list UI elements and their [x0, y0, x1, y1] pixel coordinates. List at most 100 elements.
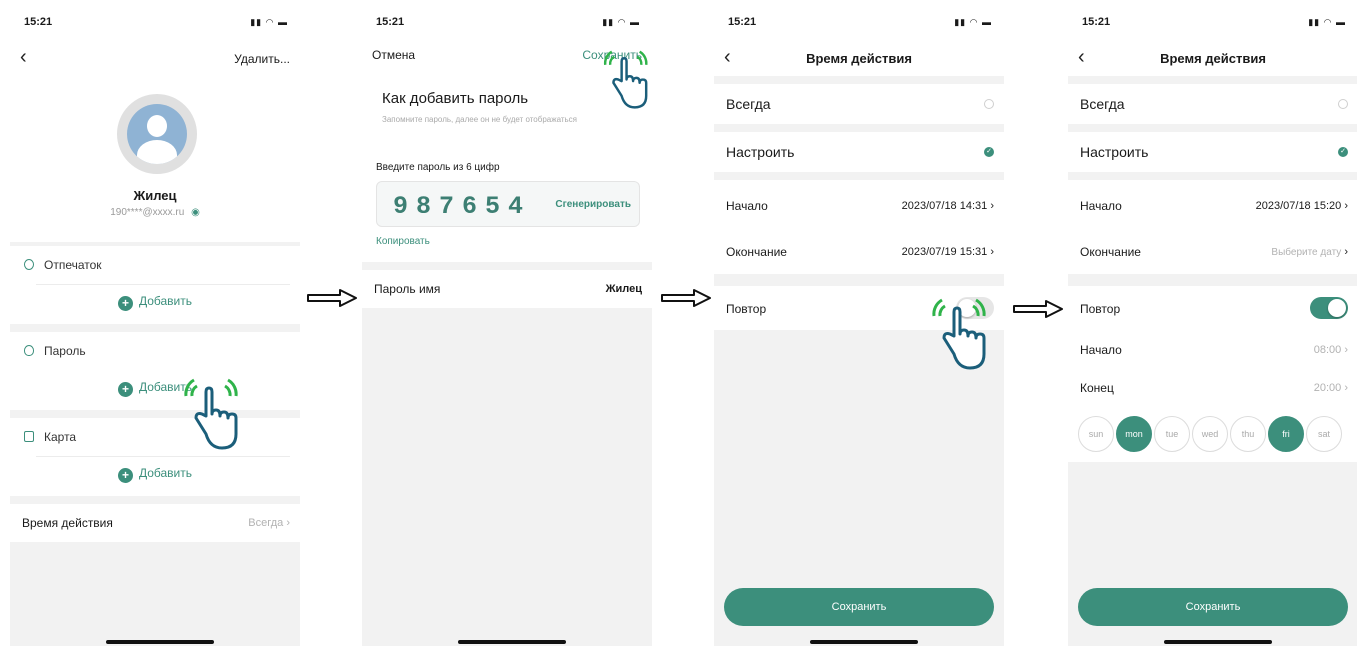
- nav-bar: ‹ Время действия: [714, 36, 1004, 76]
- check-icon: ✓: [984, 147, 994, 157]
- option-always-label: Всегда: [1080, 96, 1125, 112]
- password-section: Пароль + Добавить: [10, 332, 300, 410]
- repeat-label: Повтор: [726, 302, 767, 316]
- save-button[interactable]: Сохранить: [1078, 588, 1348, 626]
- tap-hand-icon: [184, 378, 238, 450]
- day-sun[interactable]: sun: [1078, 416, 1114, 452]
- time-start-row[interactable]: Начало 08:00 ›: [1068, 330, 1357, 368]
- start-label: Начало: [1080, 199, 1122, 213]
- day-tue[interactable]: tue: [1154, 416, 1190, 452]
- screen-user-detail: 15:21 ▮▮ ◠ ▬ ‹ Удалить... Жилец 190****@…: [10, 0, 300, 646]
- divider: [36, 284, 290, 285]
- pin-input[interactable]: 987654 Сгенерировать: [376, 181, 640, 227]
- validity-row[interactable]: Время действия Всегда ›: [10, 504, 300, 542]
- start-row[interactable]: Начало 2023/07/18 14:31 ›: [714, 180, 1004, 226]
- avatar[interactable]: [117, 94, 197, 174]
- status-time: 15:21: [376, 16, 405, 28]
- end-placeholder: Выберите дату: [1271, 247, 1342, 258]
- time-end-label: Конец: [1080, 381, 1114, 395]
- day-thu[interactable]: thu: [1230, 416, 1266, 452]
- add-card-button[interactable]: + Добавить: [10, 466, 300, 483]
- card-section: Карта + Добавить: [10, 418, 300, 496]
- option-always[interactable]: Всегда: [714, 84, 1004, 124]
- end-row[interactable]: Окончание 2023/07/19 15:31 ›: [714, 226, 1004, 272]
- home-indicator: [458, 640, 566, 644]
- card-label-row: Карта: [24, 430, 76, 444]
- start-row[interactable]: Начало 2023/07/18 15:20 ›: [1068, 180, 1357, 226]
- chevron-right-icon: ›: [1344, 200, 1348, 212]
- date-range-card: Начало 2023/07/18 14:31 › Окончание 2023…: [714, 180, 1004, 274]
- fingerprint-label-row: Отпечаток: [24, 258, 102, 272]
- validity-value-row: Всегда ›: [248, 517, 290, 529]
- cancel-button[interactable]: Отмена: [372, 48, 415, 62]
- card-icon: [24, 431, 34, 442]
- repeat-toggle[interactable]: [1310, 297, 1348, 319]
- fingerprint-label: Отпечаток: [44, 258, 102, 272]
- chevron-right-icon: ›: [990, 246, 994, 258]
- pin-value: 987654: [393, 192, 532, 221]
- day-mon[interactable]: mon: [1116, 416, 1152, 452]
- save-button[interactable]: Сохранить: [724, 588, 994, 626]
- status-time: 15:21: [1082, 16, 1111, 28]
- day-wed[interactable]: wed: [1192, 416, 1228, 452]
- radio-empty-icon: [984, 99, 994, 109]
- password-name-row[interactable]: Пароль имя Жилец: [362, 270, 652, 308]
- status-time: 15:21: [24, 16, 53, 28]
- option-custom[interactable]: Настроить ✓: [1068, 132, 1357, 172]
- date-range-card: Начало 2023/07/18 15:20 › Окончание Выбе…: [1068, 180, 1357, 274]
- screen-add-password: 15:21 ▮▮ ◠ ▬ Отмена Сохранить Как добави…: [362, 0, 652, 646]
- option-custom-label: Настроить: [1080, 144, 1149, 160]
- user-name: Жилец: [133, 188, 177, 203]
- password-name-label: Пароль имя: [374, 282, 441, 296]
- password-label-row: Пароль: [24, 344, 86, 358]
- start-value-row: 2023/07/18 15:20 ›: [1256, 200, 1348, 212]
- option-custom[interactable]: Настроить ✓: [714, 132, 1004, 172]
- repeat-row: Повтор: [1068, 286, 1357, 330]
- radio-empty-icon: [1338, 99, 1348, 109]
- chevron-right-icon: ›: [990, 200, 994, 212]
- nav-bar: ‹ Время действия: [1068, 36, 1357, 76]
- tap-hand-icon: [603, 50, 648, 109]
- status-bar: 15:21 ▮▮ ◠ ▬: [714, 0, 1004, 36]
- arrow-right-icon: [1013, 300, 1063, 318]
- pin-label: Введите пароль из 6 цифр: [376, 162, 500, 173]
- time-start-label: Начало: [1080, 343, 1122, 357]
- delete-button[interactable]: Удалить...: [234, 52, 290, 66]
- copy-button[interactable]: Копировать: [376, 236, 430, 247]
- status-icons: ▮▮ ◠ ▬: [250, 17, 288, 27]
- day-sat[interactable]: sat: [1306, 416, 1342, 452]
- status-bar: 15:21 ▮▮ ◠ ▬: [1068, 0, 1357, 36]
- status-icons: ▮▮ ◠ ▬: [954, 17, 992, 27]
- home-indicator: [106, 640, 214, 644]
- divider: [36, 456, 290, 457]
- time-start-value: 08:00: [1313, 344, 1342, 356]
- end-row[interactable]: Окончание Выберите дату ›: [1068, 226, 1357, 272]
- repeat-label: Повтор: [1080, 302, 1121, 316]
- time-start-value-row: 08:00 ›: [1314, 344, 1348, 356]
- nav-bar: ‹ Удалить...: [10, 36, 300, 78]
- end-value: 2023/07/19 15:31: [901, 246, 988, 258]
- toggle-knob: [1328, 299, 1346, 317]
- option-always-label: Всегда: [726, 96, 771, 112]
- verified-icon: ◉: [191, 207, 200, 218]
- day-fri[interactable]: fri: [1268, 416, 1304, 452]
- time-end-row[interactable]: Конец 20:00 ›: [1068, 368, 1357, 406]
- add-fingerprint-button[interactable]: + Добавить: [10, 294, 300, 311]
- generate-button[interactable]: Сгенерировать: [555, 199, 631, 210]
- end-label: Окончание: [1080, 245, 1141, 259]
- add-password-button[interactable]: + Добавить: [10, 380, 300, 397]
- time-end-value: 20:00: [1313, 382, 1342, 394]
- option-always[interactable]: Всегда: [1068, 84, 1357, 124]
- chevron-right-icon: ›: [1344, 344, 1348, 356]
- user-email-row: 190****@xxxx.ru ◉: [10, 207, 300, 218]
- start-value: 2023/07/18 15:20: [1255, 200, 1342, 212]
- start-value: 2023/07/18 14:31: [901, 200, 988, 212]
- status-time: 15:21: [728, 16, 757, 28]
- chevron-right-icon: ›: [286, 517, 290, 529]
- back-icon[interactable]: ‹: [20, 46, 27, 69]
- option-custom-label: Настроить: [726, 144, 795, 160]
- weekday-selector: sun mon tue wed thu fri sat: [1078, 416, 1342, 452]
- end-value-row: Выберите дату ›: [1271, 246, 1348, 258]
- home-indicator: [810, 640, 918, 644]
- password-icon: [24, 345, 34, 356]
